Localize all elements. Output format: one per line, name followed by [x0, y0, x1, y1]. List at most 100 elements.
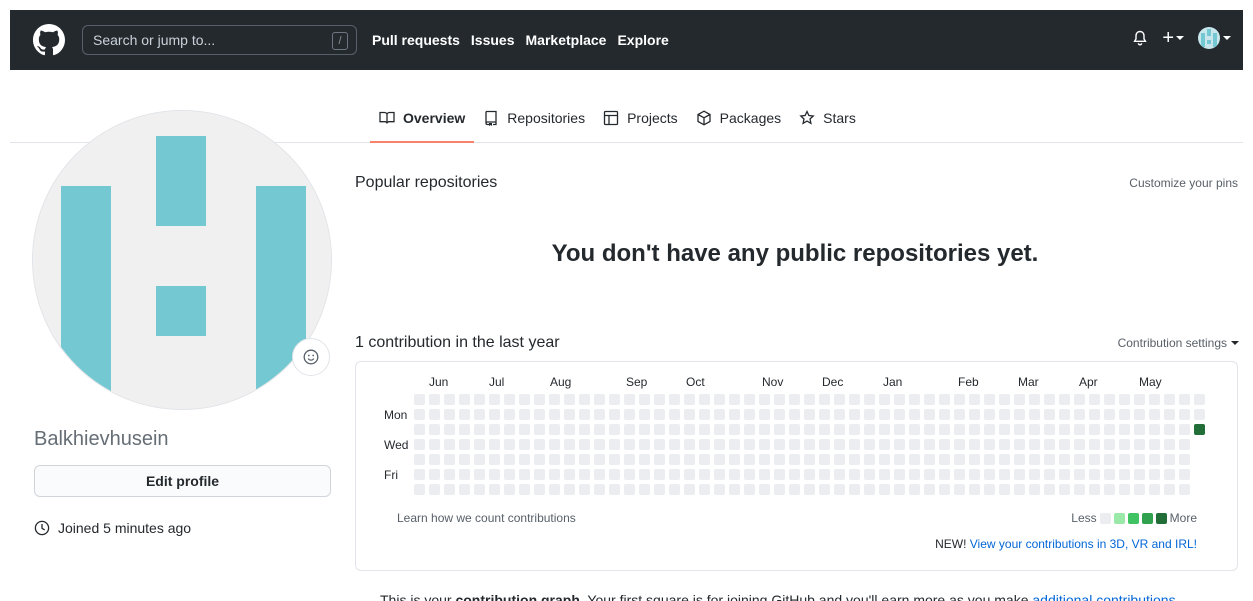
contribution-cell[interactable] [684, 469, 695, 480]
contribution-cell[interactable] [714, 469, 725, 480]
contribution-cell[interactable] [549, 469, 560, 480]
nav-issues[interactable]: Issues [471, 32, 515, 48]
contribution-cell[interactable] [519, 484, 530, 495]
contribution-cell[interactable] [489, 394, 500, 405]
contribution-cell[interactable] [969, 424, 980, 435]
contribution-cell[interactable] [624, 409, 635, 420]
contribution-cell[interactable] [879, 439, 890, 450]
contribution-cell[interactable] [534, 439, 545, 450]
contribution-cell[interactable] [1014, 469, 1025, 480]
learn-contributions-link[interactable]: Learn how we count contributions [397, 511, 576, 525]
contribution-cell[interactable] [774, 409, 785, 420]
contribution-cell[interactable] [729, 439, 740, 450]
contribution-cell[interactable] [864, 394, 875, 405]
profile-avatar[interactable] [32, 110, 332, 410]
contribution-cell[interactable] [969, 454, 980, 465]
contribution-cell[interactable] [624, 394, 635, 405]
contribution-cell[interactable] [789, 439, 800, 450]
contribution-cell[interactable] [564, 484, 575, 495]
contribution-cell[interactable] [759, 394, 770, 405]
contribution-cell[interactable] [429, 454, 440, 465]
contribution-cell[interactable] [744, 439, 755, 450]
contribution-cell[interactable] [774, 439, 785, 450]
contribution-cell[interactable] [1089, 439, 1100, 450]
contribution-cell[interactable] [1164, 409, 1175, 420]
contribution-cell[interactable] [789, 454, 800, 465]
contribution-cell[interactable] [699, 424, 710, 435]
contribution-cell[interactable] [894, 454, 905, 465]
contribution-cell[interactable] [939, 439, 950, 450]
contribution-cell[interactable] [459, 439, 470, 450]
contribution-cell[interactable] [1134, 409, 1145, 420]
customize-pins-link[interactable]: Customize your pins [1129, 176, 1238, 190]
contribution-cell[interactable] [1179, 439, 1190, 450]
contribution-cell[interactable] [729, 394, 740, 405]
contribution-cell[interactable] [864, 484, 875, 495]
contribution-cell[interactable] [759, 409, 770, 420]
create-new-dropdown[interactable]: + [1162, 28, 1184, 48]
tab-stars[interactable]: Stars [790, 100, 865, 143]
contribution-cell[interactable] [744, 424, 755, 435]
contribution-cell[interactable] [714, 409, 725, 420]
contribution-cell[interactable] [909, 394, 920, 405]
contribution-cell[interactable] [1179, 454, 1190, 465]
contribution-cell[interactable] [564, 409, 575, 420]
contribution-cell[interactable] [1104, 484, 1115, 495]
contribution-cell[interactable] [1029, 454, 1040, 465]
contribution-cell[interactable] [714, 394, 725, 405]
contribution-cell[interactable] [1014, 409, 1025, 420]
contribution-cell[interactable] [894, 394, 905, 405]
contribution-cell[interactable] [849, 394, 860, 405]
contribution-cell[interactable] [909, 439, 920, 450]
contribution-cell[interactable] [534, 394, 545, 405]
contribution-cell[interactable] [579, 454, 590, 465]
contribution-cell[interactable] [819, 454, 830, 465]
contribution-cell[interactable] [849, 424, 860, 435]
contribution-cell[interactable] [459, 394, 470, 405]
contribution-cell[interactable] [639, 484, 650, 495]
contribution-cell[interactable] [1149, 454, 1160, 465]
contribution-cell[interactable] [804, 484, 815, 495]
contribution-cell[interactable] [699, 454, 710, 465]
contribution-cell[interactable] [1044, 424, 1055, 435]
contribution-cell[interactable] [1149, 394, 1160, 405]
contribution-cell[interactable] [474, 454, 485, 465]
contribution-cell[interactable] [759, 484, 770, 495]
contribution-cell[interactable] [999, 454, 1010, 465]
contribution-cell[interactable] [534, 484, 545, 495]
contribution-cell[interactable] [429, 469, 440, 480]
contribution-cell[interactable] [954, 454, 965, 465]
contribution-cell[interactable] [414, 424, 425, 435]
contribution-cell[interactable] [999, 409, 1010, 420]
contribution-cell[interactable] [939, 484, 950, 495]
contribution-cell[interactable] [489, 409, 500, 420]
github-logo-icon[interactable] [33, 24, 65, 56]
contribution-cell[interactable] [444, 409, 455, 420]
contribution-cell[interactable] [1164, 454, 1175, 465]
tab-overview[interactable]: Overview [370, 100, 475, 143]
contribution-cell[interactable] [474, 409, 485, 420]
nav-explore[interactable]: Explore [617, 32, 668, 48]
contribution-cell[interactable] [489, 424, 500, 435]
contribution-cell[interactable] [759, 424, 770, 435]
contribution-cell[interactable] [744, 469, 755, 480]
contribution-cell[interactable] [624, 469, 635, 480]
contribution-cell[interactable] [654, 409, 665, 420]
contribution-cell[interactable] [714, 484, 725, 495]
contribution-cell[interactable] [1089, 394, 1100, 405]
contribution-cell[interactable] [984, 484, 995, 495]
contribution-cell[interactable] [834, 409, 845, 420]
contribution-cell[interactable] [819, 484, 830, 495]
contribution-cell[interactable] [1134, 469, 1145, 480]
contribution-cell[interactable] [744, 409, 755, 420]
contribution-cell[interactable] [1029, 439, 1040, 450]
contribution-cell[interactable] [1089, 469, 1100, 480]
contribution-cell[interactable] [549, 394, 560, 405]
contribution-cell[interactable] [894, 424, 905, 435]
contribution-cell[interactable] [759, 439, 770, 450]
contribution-cell[interactable] [1164, 484, 1175, 495]
contribution-cell[interactable] [1074, 484, 1085, 495]
contribution-cell[interactable] [684, 439, 695, 450]
contribution-cell[interactable] [429, 409, 440, 420]
contribution-cell[interactable] [1149, 484, 1160, 495]
